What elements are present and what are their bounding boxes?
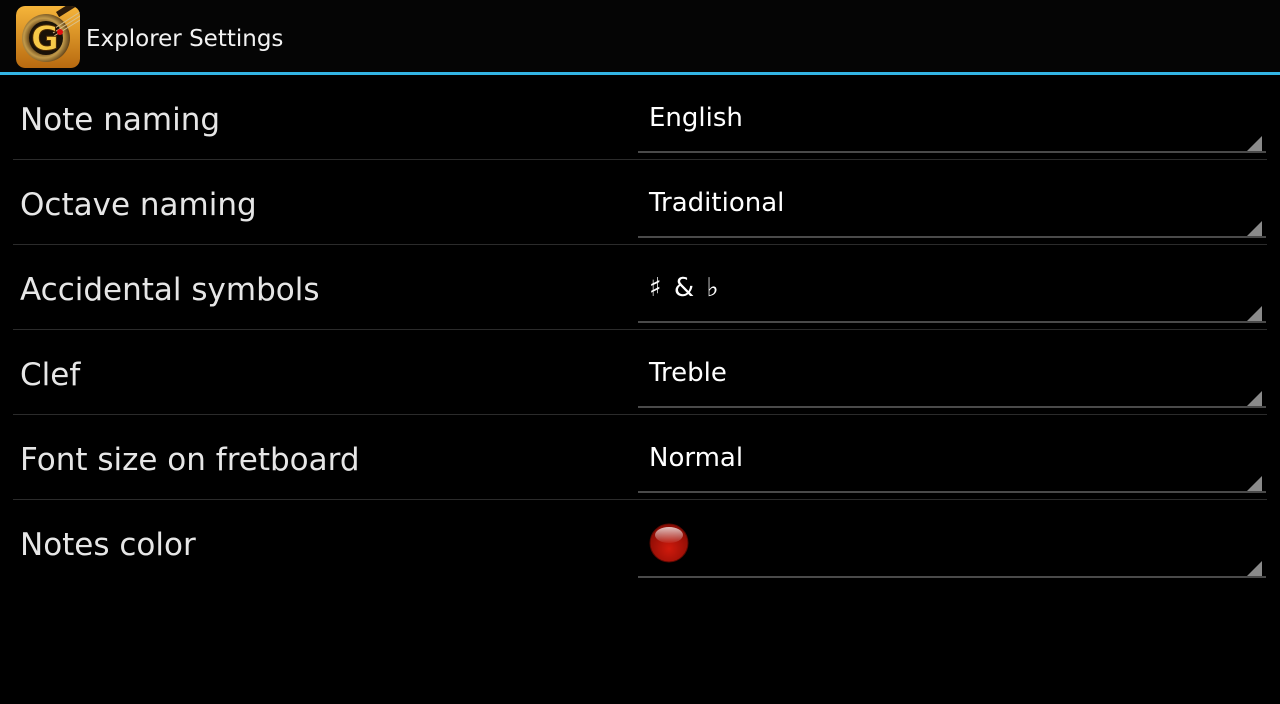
setting-row-font-size: Font size on fretboard Normal xyxy=(0,415,1280,500)
spinner-value: Treble xyxy=(649,358,727,388)
setting-label: Accidental symbols xyxy=(20,272,320,308)
spinner-underline xyxy=(638,151,1266,153)
setting-label: Clef xyxy=(20,357,81,393)
notes-color-spinner[interactable] xyxy=(638,516,1266,578)
action-bar: G Explorer Settings xyxy=(0,0,1280,72)
setting-row-note-naming: Note naming English xyxy=(0,75,1280,160)
setting-row-notes-color: Notes color xyxy=(0,500,1280,585)
settings-list: Note naming English Octave naming Tradit… xyxy=(0,75,1280,585)
setting-label: Octave naming xyxy=(20,187,257,223)
octave-naming-spinner[interactable]: Traditional xyxy=(638,176,1266,238)
dropdown-triangle-icon xyxy=(1247,391,1262,406)
spinner-underline xyxy=(638,576,1266,578)
setting-label: Notes color xyxy=(20,527,196,563)
note-naming-spinner[interactable]: English xyxy=(638,91,1266,153)
setting-row-octave-naming: Octave naming Traditional xyxy=(0,160,1280,245)
spinner-underline xyxy=(638,491,1266,493)
spinner-value: English xyxy=(649,103,743,133)
dropdown-triangle-icon xyxy=(1247,306,1262,321)
font-size-spinner[interactable]: Normal xyxy=(638,431,1266,493)
red-note-color-swatch-icon xyxy=(649,523,689,563)
spinner-underline xyxy=(638,236,1266,238)
page-title: Explorer Settings xyxy=(86,26,284,52)
setting-row-clef: Clef Treble xyxy=(0,330,1280,415)
dropdown-triangle-icon xyxy=(1247,221,1262,236)
setting-row-accidental-symbols: Accidental symbols ♯ & ♭ xyxy=(0,245,1280,330)
dropdown-triangle-icon xyxy=(1247,476,1262,491)
spinner-value: ♯ & ♭ xyxy=(649,273,721,303)
spinner-underline xyxy=(638,406,1266,408)
spinner-underline xyxy=(638,321,1266,323)
dropdown-triangle-icon xyxy=(1247,136,1262,151)
accidental-symbols-spinner[interactable]: ♯ & ♭ xyxy=(638,261,1266,323)
spinner-value: Normal xyxy=(649,443,744,473)
clef-spinner[interactable]: Treble xyxy=(638,346,1266,408)
guitar-app-icon[interactable]: G xyxy=(16,6,80,68)
svg-text:G: G xyxy=(31,19,59,59)
setting-label: Font size on fretboard xyxy=(20,442,360,478)
spinner-value: Traditional xyxy=(649,188,785,218)
dropdown-triangle-icon xyxy=(1247,561,1262,576)
setting-label: Note naming xyxy=(20,102,221,138)
